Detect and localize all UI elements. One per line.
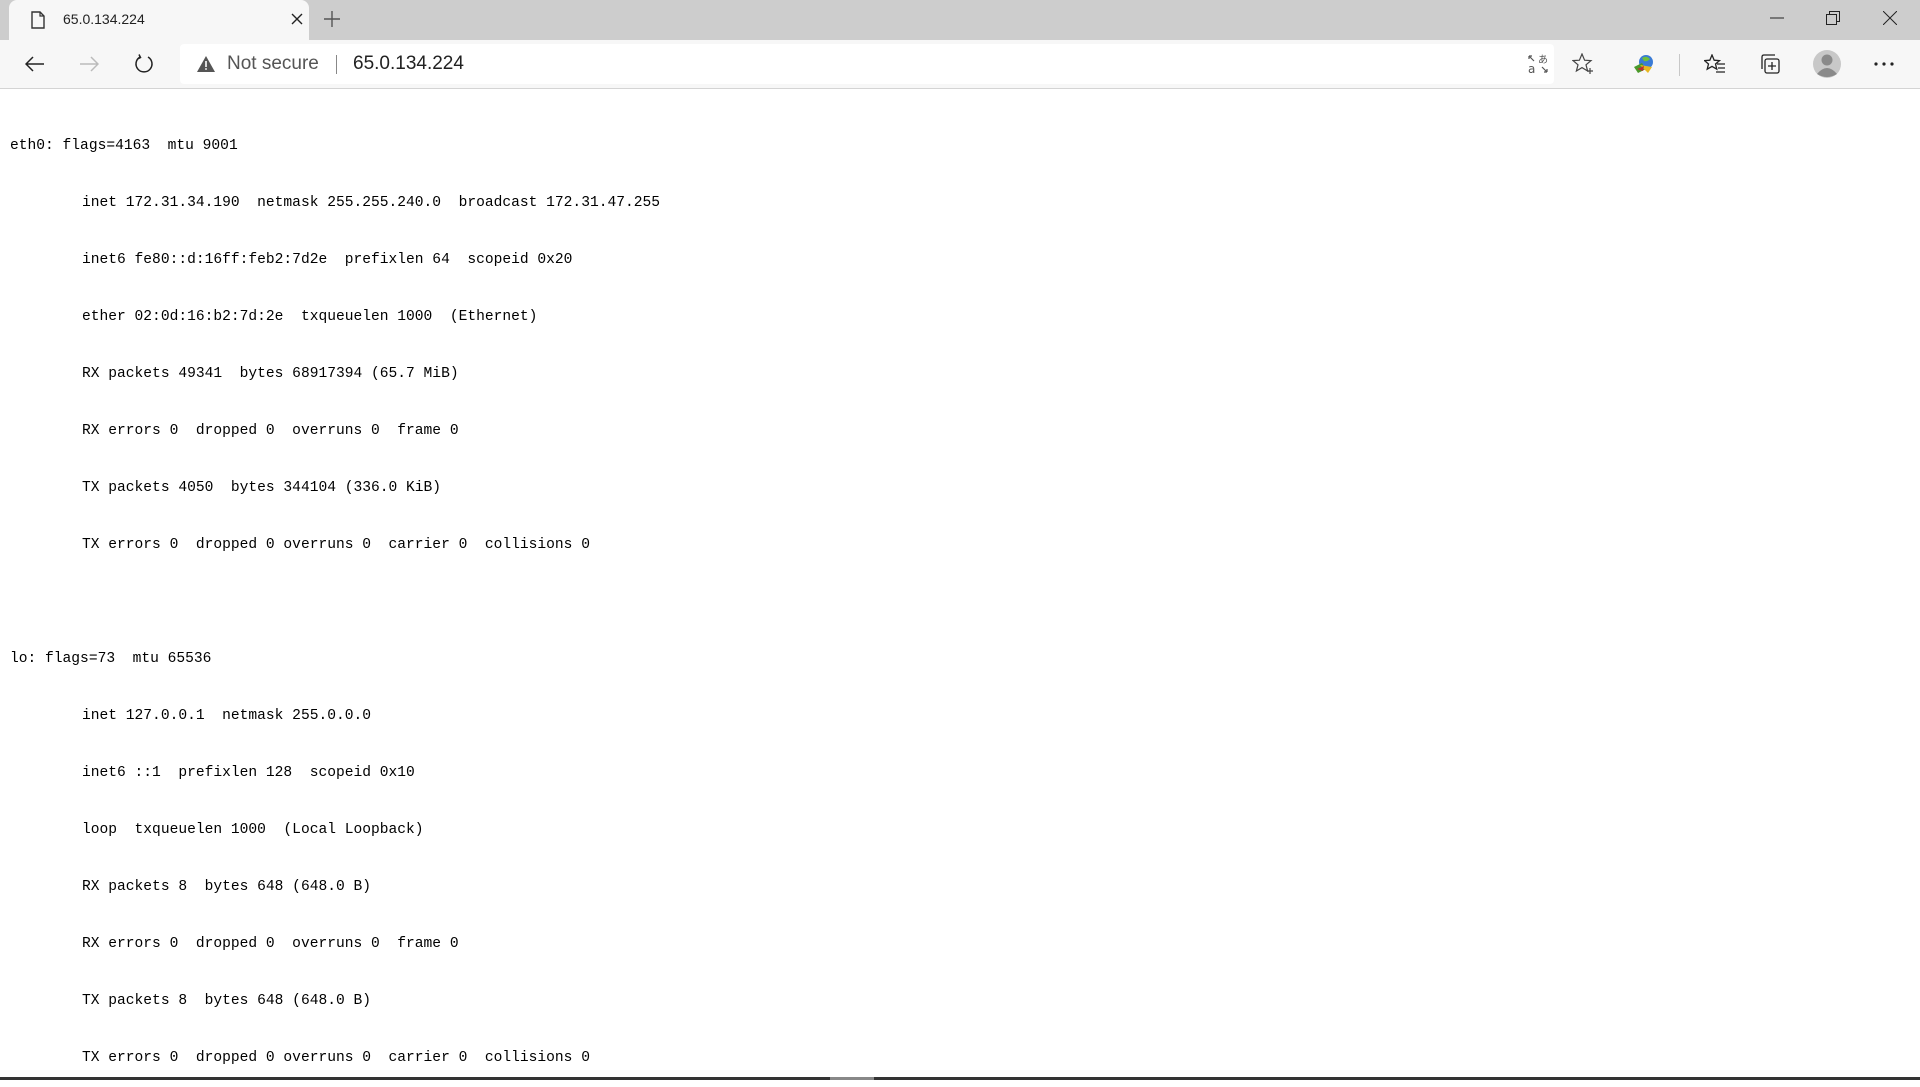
profile-avatar-icon [1813,50,1841,78]
close-icon [291,13,303,25]
interface-line: TX packets 8 bytes 648 (648.0 B) [82,993,372,1009]
restore-button[interactable] [1805,0,1861,36]
svg-text:あ: あ [1538,54,1548,66]
favorites-button[interactable] [1697,46,1733,82]
interface-line: RX packets 8 bytes 648 (648.0 B) [82,879,372,895]
interface-line: TX errors 0 dropped 0 overruns 0 carrier… [82,537,590,553]
back-button[interactable] [17,46,53,82]
svg-text:a: a [1528,62,1535,75]
interface-line: inet 172.31.34.190 netmask 255.255.240.0… [82,195,661,211]
url-text[interactable]: 65.0.134.224 [353,53,464,75]
close-icon [1883,11,1897,25]
more-menu-icon [1874,62,1894,66]
minimize-icon [1770,17,1784,19]
plus-icon [324,11,340,27]
collections-icon [1761,54,1780,74]
interface-line: RX packets 49341 bytes 68917394 (65.7 Mi… [82,366,459,382]
new-tab-button[interactable] [316,4,348,36]
window-close-button[interactable] [1862,0,1918,36]
favorites-list-icon [1704,54,1725,73]
interface-line: TX packets 4050 bytes 344104 (336.0 KiB) [82,480,442,496]
interface-header: lo: flags=73 mtu 65536 [10,651,212,667]
security-status[interactable]: Not secure [227,53,319,75]
interface-header: eth0: flags=4163 mtu 9001 [10,138,238,154]
page-text: eth0: flags=4163 mtu 9001 inet 172.31.34… [10,99,660,1087]
tab-close-button[interactable] [287,9,307,29]
page-icon [31,11,45,29]
toolbar-divider [1679,54,1680,76]
tab-bar: 65.0.134.224 [0,0,1920,40]
interface-line: RX errors 0 dropped 0 overruns 0 frame 0 [82,936,459,952]
more-menu-button[interactable] [1866,46,1902,82]
interface-line: RX errors 0 dropped 0 overruns 0 frame 0 [82,423,459,439]
extension-icon [1634,55,1653,73]
interface-line: loop txqueuelen 1000 (Local Loopback) [82,822,424,838]
forward-button[interactable] [71,46,107,82]
address-bar[interactable]: Not secure 65.0.134.224 aあ [180,44,1593,84]
tab-title: 65.0.134.224 [63,11,145,27]
profile-button[interactable] [1809,46,1845,82]
translate-icon[interactable]: aあ [1526,52,1550,76]
favorite-star-icon[interactable] [1571,52,1595,76]
tab-active[interactable]: 65.0.134.224 [9,0,309,40]
interface-line: ether 02:0d:16:b2:7d:2e txqueuelen 1000 … [82,309,538,325]
warning-icon[interactable] [197,56,215,77]
back-arrow-icon [25,56,44,72]
minimize-button[interactable] [1749,0,1805,36]
refresh-icon [135,54,153,73]
toolbar: Not secure 65.0.134.224 aあ [0,40,1920,89]
interface-line: inet 127.0.0.1 netmask 255.0.0.0 [82,708,372,724]
interface-line: inet6 fe80::d:16ff:feb2:7d2e prefixlen 6… [82,252,573,268]
restore-icon [1826,11,1840,25]
collections-button[interactable] [1753,46,1789,82]
interface-line: TX errors 0 dropped 0 overruns 0 carrier… [82,1050,590,1066]
interface-line: inet6 ::1 prefixlen 128 scopeid 0x10 [82,765,415,781]
divider [336,55,337,74]
refresh-button[interactable] [126,46,162,82]
forward-arrow-icon [80,56,99,72]
extension-button[interactable] [1626,46,1662,82]
